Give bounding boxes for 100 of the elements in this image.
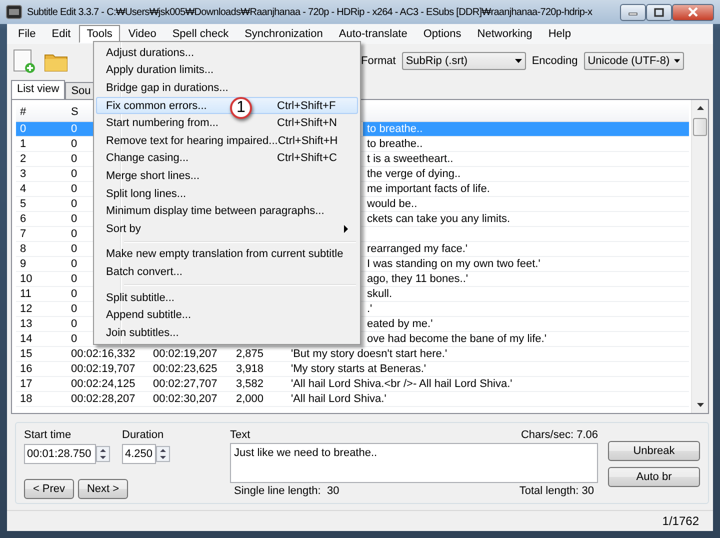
status-position: 1/1762: [662, 514, 699, 528]
table-cell-text: to breathe..: [366, 137, 424, 151]
column-header[interactable]: #: [16, 106, 67, 118]
table-cell: 0: [16, 122, 67, 136]
menu-item[interactable]: Append subtitle...: [96, 306, 358, 324]
table-cell-text: 0: [70, 137, 78, 151]
menu-item[interactable]: Sort by: [96, 220, 358, 238]
table-cell-text: 3: [19, 167, 28, 181]
table-cell-text: I was standing on my own two feet.': [366, 257, 542, 271]
table-cell-text: ago, they 11 bones..': [366, 272, 469, 286]
table-cell-text: 'All hail Lord Shiva.': [290, 392, 388, 406]
table-cell-text: 2,875: [235, 347, 265, 361]
menu-item[interactable]: Change casing... Ctrl+Shift+C: [96, 150, 358, 168]
subtitle-text-field[interactable]: Just like we need to breathe..: [230, 443, 598, 483]
menu-item[interactable]: Synchronization: [236, 25, 331, 43]
close-icon: [687, 7, 699, 17]
menu-item[interactable]: Minimum display time between paragraphs...: [96, 202, 358, 220]
table-cell-text: 2,000: [235, 392, 265, 406]
unbreak-button[interactable]: Unbreak: [608, 441, 700, 461]
close-button[interactable]: [672, 4, 714, 20]
scrollbar-thumb[interactable]: [693, 118, 707, 136]
table-cell-text: 8: [19, 242, 28, 256]
menu-item[interactable]: Spell check: [164, 25, 237, 43]
table-cell-text: 3,582: [235, 377, 265, 391]
menu-item[interactable]: Bridge gap in durations...: [96, 79, 358, 97]
table-cell-text: 0: [70, 227, 78, 241]
table-cell-text: 12: [19, 302, 34, 316]
menu-item[interactable]: Make new empty translation from current subtitle: [96, 246, 358, 264]
table-cell-text: 3,918: [235, 362, 265, 376]
caret-icon: [514, 58, 522, 62]
format-dropdown[interactable]: SubRip (.srt): [402, 52, 526, 70]
table-cell-text: 00:02:16,332: [70, 347, 136, 361]
table-cell-text: 5: [19, 197, 28, 211]
table-cell-text: 9: [19, 257, 28, 271]
format-label: Format: [361, 54, 396, 66]
window-title: Subtitle Edit 3.3.7 - C:₩Users₩jsk005₩Downloads₩Raanjhanaa - 720p - HDRip - x264 - AC3 - ESubs [DDR]₩raanjhanaa-720p-hdrip-x: [27, 6, 594, 18]
table-cell-text: 0: [70, 302, 78, 316]
menu-item[interactable]: Split long lines...: [96, 184, 358, 202]
duration-label: Duration: [122, 429, 165, 441]
menu-item[interactable]: Video: [120, 25, 164, 43]
table-cell-text: 1: [19, 137, 28, 151]
menu-item[interactable]: Apply duration limits...: [96, 62, 358, 80]
menu-item[interactable]: Networking: [469, 25, 540, 43]
table-cell-text: 'My story starts at Beneras.': [290, 362, 428, 376]
menu-item[interactable]: Tools: [78, 25, 120, 43]
maximize-button[interactable]: [646, 4, 672, 20]
prev-button[interactable]: < Prev: [24, 479, 74, 499]
table-cell-text: skull.: [366, 287, 394, 301]
menu-item[interactable]: Edit: [44, 25, 79, 43]
table-cell-text: 0: [70, 332, 78, 346]
start-time-field[interactable]: 00:01:28.750: [24, 444, 96, 464]
table-cell-text: 00:02:19,207: [152, 347, 218, 361]
table-cell-text: t is a sweetheart..: [366, 152, 454, 166]
total-length-text: Total length: 30: [519, 485, 594, 497]
menu-item[interactable]: Split subtitle...: [96, 288, 358, 306]
table-cell-text: .': [366, 302, 374, 316]
table-cell-text: 00:02:23,625: [152, 362, 218, 376]
start-time-label: Start time: [24, 429, 72, 441]
table-cell-text: 0: [70, 242, 78, 256]
caret-icon: [674, 58, 680, 62]
table-cell-text: 'All hail Lord Shiva.<br />- All hail Lord Shiva.': [290, 377, 514, 391]
spinner-icon[interactable]: [96, 446, 110, 462]
menu-item[interactable]: Merge short lines...: [96, 167, 358, 185]
chars-per-sec-text: Chars/sec: 7.06: [520, 429, 598, 441]
menu-item[interactable]: Batch convert...: [96, 263, 358, 281]
encoding-dropdown[interactable]: Unicode (UTF-8): [584, 52, 684, 70]
tab[interactable]: List view: [11, 80, 66, 99]
table-cell-text: 10: [19, 272, 34, 286]
menu-item[interactable]: Join subtitles...: [96, 324, 358, 342]
table-cell-text: 00:02:19,707: [70, 362, 136, 376]
menu-item[interactable]: File: [10, 25, 44, 43]
next-button[interactable]: Next >: [78, 479, 128, 499]
table-cell-text: 'But my story doesn't start here.': [290, 347, 448, 361]
table-cell-text: 00:02:30,207: [152, 392, 218, 406]
table-cell-text: 00:02:27,707: [152, 377, 218, 391]
table-cell-text: 15: [19, 347, 34, 361]
table-cell-text: 6: [19, 212, 28, 226]
table-cell-text: 0: [70, 287, 78, 301]
text-label: Text: [230, 429, 250, 441]
app-icon: [6, 5, 22, 19]
auto-br-button[interactable]: Auto br: [608, 467, 700, 487]
table-cell-text: 17: [19, 377, 34, 391]
scroll-down-icon[interactable]: [696, 403, 704, 407]
single-line-length-text: Single line length: 30: [234, 485, 340, 497]
duration-field[interactable]: 4.250: [122, 444, 156, 464]
menu-item[interactable]: Adjust durations...: [96, 44, 358, 62]
menu-item[interactable]: Auto-translate: [330, 25, 416, 43]
menu-item[interactable]: Remove text for hearing impaired...Ctrl+Shift+H: [96, 132, 358, 150]
table-cell-text: 0: [70, 317, 78, 331]
menu-item[interactable]: Help: [540, 25, 579, 43]
new-file-icon[interactable]: [11, 48, 37, 74]
spinner-icon[interactable]: [156, 446, 170, 462]
table-cell-text: eated by me.': [366, 317, 434, 331]
menu-item[interactable]: Options: [415, 25, 470, 43]
table-cell-text: 2: [19, 152, 28, 166]
minimize-button[interactable]: [620, 4, 646, 20]
table-cell-text: ove had become the bane of my life.': [366, 332, 548, 346]
table-cell-text: 0: [70, 167, 78, 181]
table-cell-text: 0: [70, 257, 78, 271]
scroll-up-icon[interactable]: [696, 106, 704, 110]
